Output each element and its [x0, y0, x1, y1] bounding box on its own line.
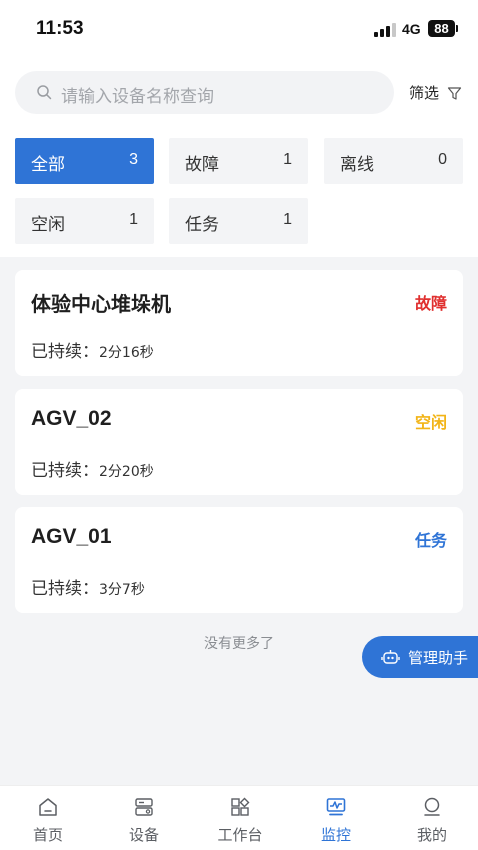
device-card[interactable]: 体验中心堆垛机 故障 已持续：2分16秒 — [15, 270, 463, 376]
chip-count: 0 — [438, 151, 447, 168]
chip-label: 空闲 — [31, 215, 65, 235]
status-bar: 11:53 4G 88 — [0, 0, 478, 60]
chip-label: 任务 — [185, 215, 219, 235]
chip-task[interactable]: 任务 1 — [169, 198, 308, 244]
device-status-badge: 故障 — [414, 294, 447, 313]
workbench-icon — [231, 797, 250, 816]
nav-label: 设备 — [128, 826, 159, 844]
monitor-icon — [326, 798, 346, 816]
nav-item-workbench[interactable]: 工作台 — [192, 786, 288, 850]
nav-label: 我的 — [416, 826, 447, 844]
device-name: AGV_01 — [31, 525, 112, 548]
duration-value: 2分20秒 — [99, 464, 154, 480]
bottom-nav: 首页 设备 工作台 监控 我的 — [0, 785, 478, 850]
chip-count: 1 — [283, 211, 292, 228]
device-name: AGV_02 — [31, 407, 112, 430]
duration-label: 已持续： — [31, 461, 99, 481]
nav-label: 首页 — [32, 826, 63, 844]
chip-count: 3 — [129, 151, 138, 168]
status-time: 11:53 — [36, 18, 84, 39]
filter-button[interactable]: 筛选 — [409, 82, 462, 104]
nav-item-device[interactable]: 设备 — [96, 786, 192, 850]
chip-count: 1 — [283, 151, 292, 168]
device-card[interactable]: AGV_01 任务 已持续：3分7秒 — [15, 507, 463, 613]
nav-item-monitor[interactable]: 监控 — [288, 786, 384, 850]
profile-icon — [424, 797, 440, 816]
duration-value: 3分7秒 — [99, 582, 145, 598]
chip-fault[interactable]: 故障 1 — [169, 138, 308, 184]
nav-label: 监控 — [320, 826, 351, 844]
chip-all[interactable]: 全部 3 — [15, 138, 154, 184]
device-status-badge: 空闲 — [414, 413, 447, 432]
chip-label: 全部 — [31, 155, 65, 175]
search-placeholder: 请输入设备名称查询 — [61, 87, 214, 107]
search-input[interactable]: 请输入设备名称查询 — [15, 71, 394, 114]
network-type: 4G — [402, 21, 421, 37]
duration-value: 2分16秒 — [99, 345, 154, 361]
battery-icon: 88 — [428, 20, 455, 37]
search-icon — [37, 85, 52, 100]
device-card[interactable]: AGV_02 空闲 已持续：2分20秒 — [15, 389, 463, 495]
assistant-button[interactable]: 管理助手 — [362, 636, 478, 678]
chip-count: 1 — [129, 211, 138, 228]
device-duration: 已持续：2分16秒 — [31, 337, 154, 362]
duration-label: 已持续： — [31, 342, 99, 362]
device-name: 体验中心堆垛机 — [31, 292, 171, 316]
filter-icon — [447, 87, 462, 100]
nav-label: 工作台 — [217, 826, 263, 844]
chip-idle[interactable]: 空闲 1 — [15, 198, 154, 244]
chip-offline[interactable]: 离线 0 — [324, 138, 463, 184]
device-status-badge: 任务 — [414, 531, 447, 550]
chip-label: 故障 — [185, 155, 219, 175]
home-icon — [39, 798, 57, 816]
nav-item-home[interactable]: 首页 — [0, 786, 96, 850]
robot-icon — [381, 650, 400, 664]
device-duration: 已持续：3分7秒 — [31, 574, 145, 599]
device-icon — [135, 798, 153, 816]
device-duration: 已持续：2分20秒 — [31, 456, 154, 481]
assistant-label: 管理助手 — [408, 649, 469, 667]
nav-item-profile[interactable]: 我的 — [384, 786, 478, 850]
signal-icon — [374, 23, 396, 37]
filter-label: 筛选 — [409, 84, 440, 102]
chip-label: 离线 — [340, 155, 374, 175]
duration-label: 已持续： — [31, 579, 99, 599]
battery-tip — [456, 25, 458, 32]
